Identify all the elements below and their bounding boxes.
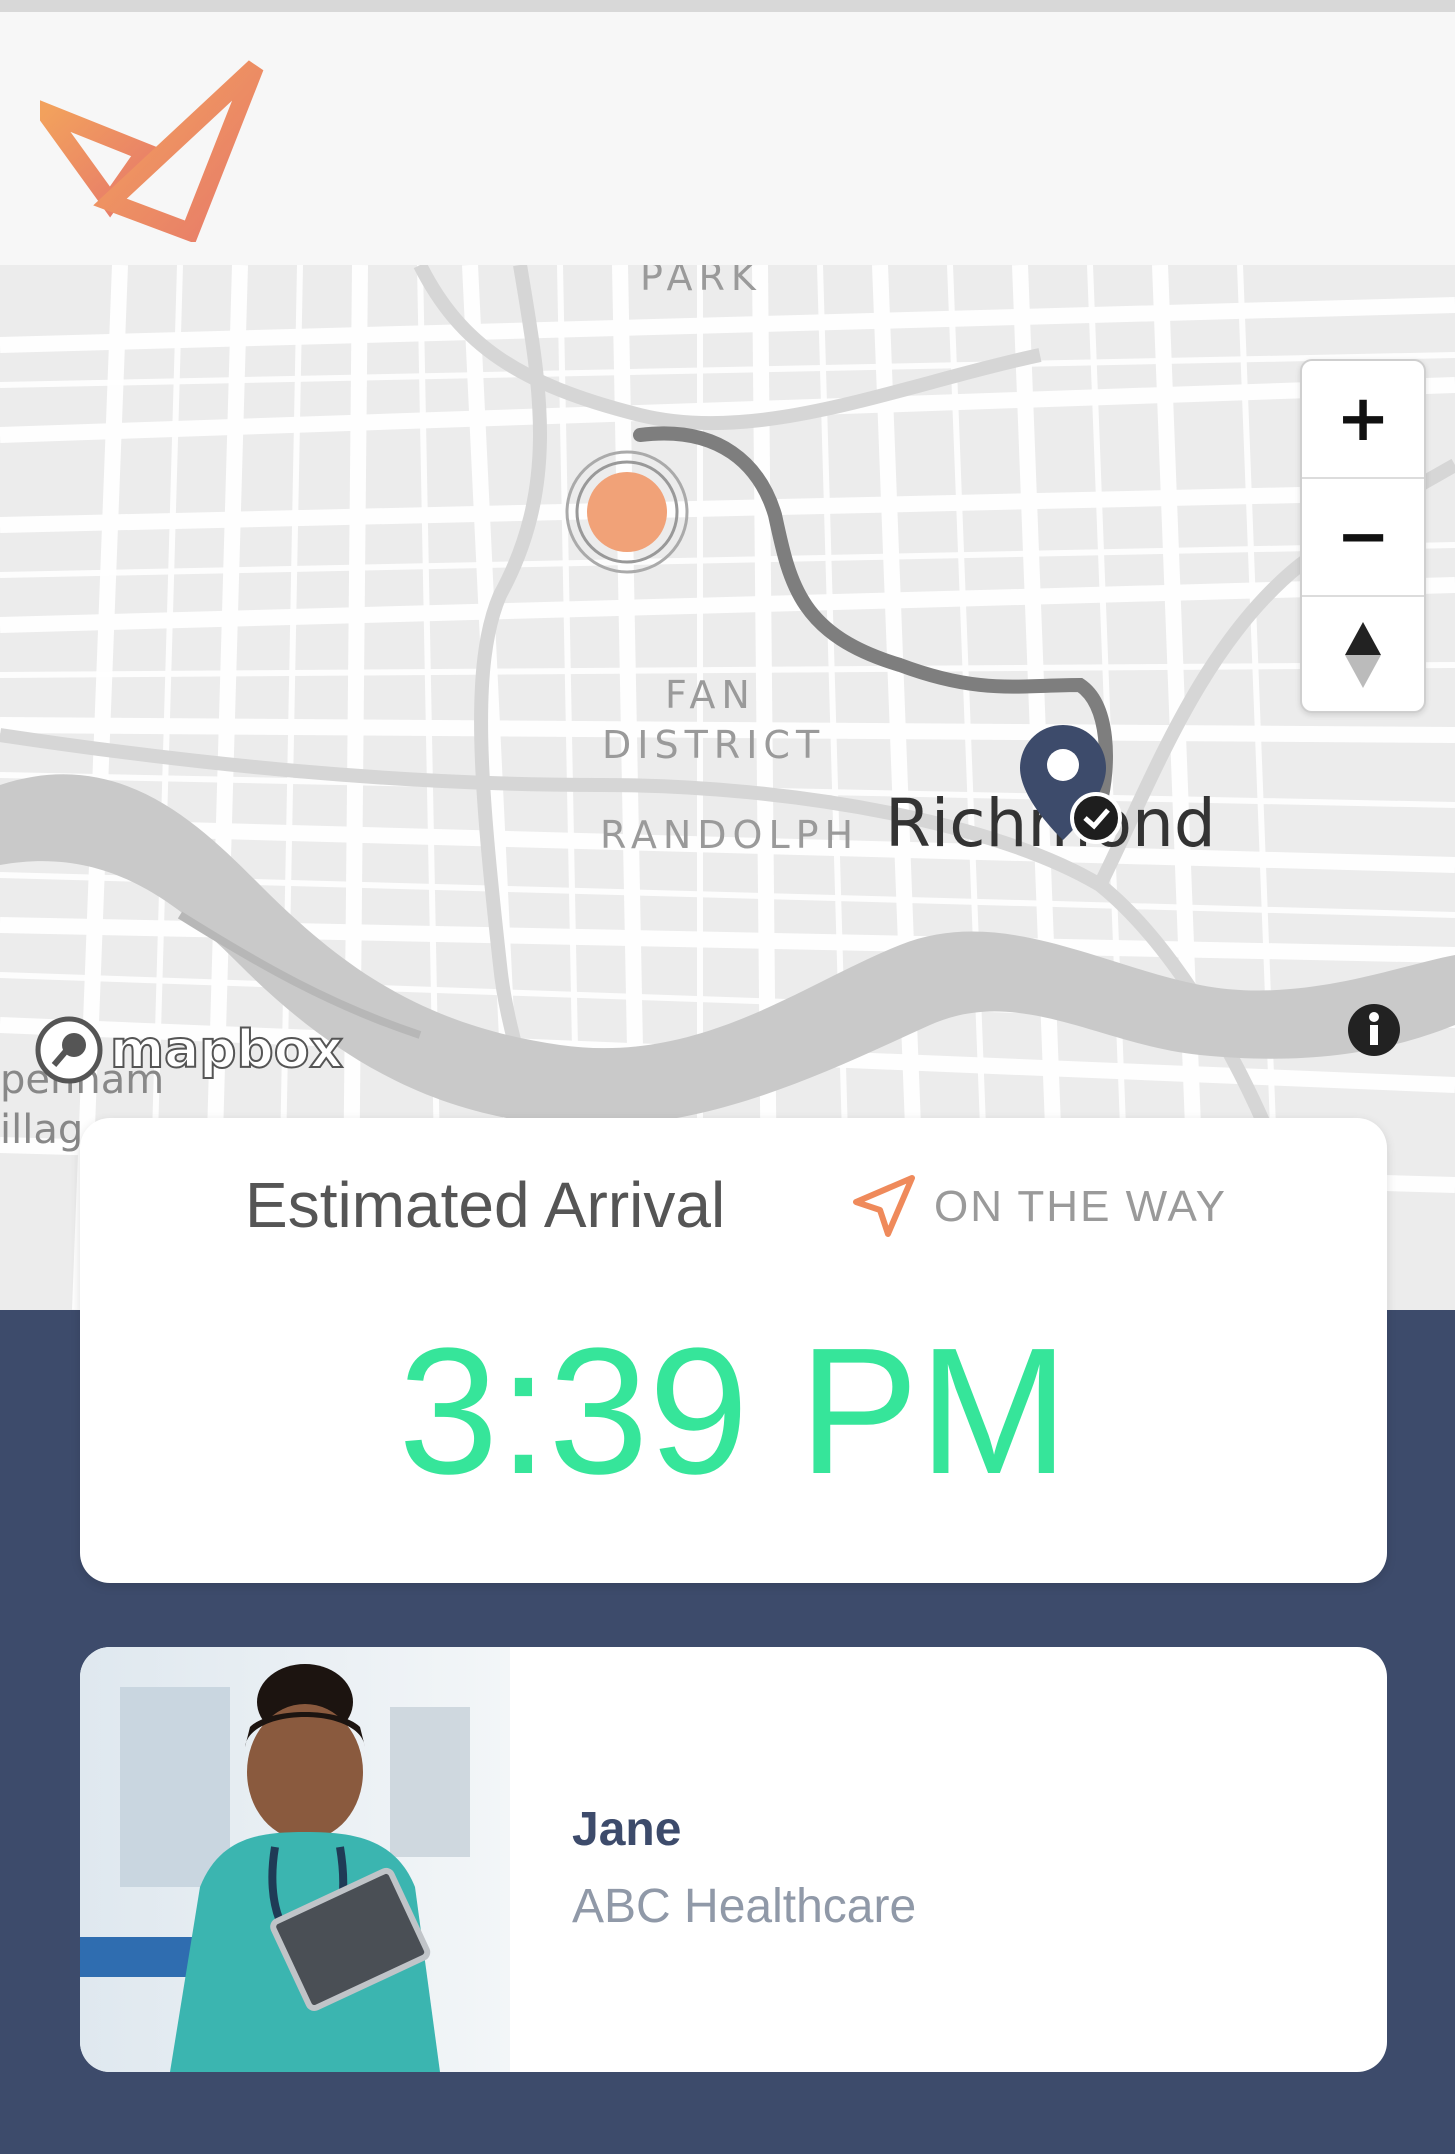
eta-card: Estimated Arrival ON THE WAY 3:39 PM — [80, 1118, 1387, 1583]
mapbox-text: mapbox — [109, 1019, 344, 1081]
eta-title: Estimated Arrival — [245, 1169, 726, 1241]
compass-icon — [1345, 622, 1381, 688]
map-zoom-controls: + − — [1300, 359, 1426, 713]
zoom-in-button[interactable]: + — [1302, 361, 1424, 479]
compass-button[interactable] — [1302, 597, 1424, 713]
brand-logo-icon — [40, 60, 264, 242]
current-location-icon — [565, 450, 689, 574]
zoom-out-button[interactable]: − — [1302, 479, 1424, 597]
eta-status-badge: ON THE WAY — [850, 1174, 1227, 1240]
caregiver-card[interactable]: Jane ABC Healthcare — [80, 1647, 1387, 2072]
mapbox-attribution[interactable]: mapbox — [34, 1015, 344, 1085]
eta-status-text: ON THE WAY — [934, 1182, 1227, 1231]
caregiver-photo — [80, 1647, 510, 2072]
map-pin-icon — [1020, 725, 1122, 844]
map-label-village: illag — [0, 1107, 84, 1153]
map-label-fan: FAN — [665, 673, 756, 717]
navigation-arrow-icon — [853, 1175, 915, 1237]
caregiver-organization: ABC Healthcare — [572, 1880, 917, 1933]
info-icon[interactable] — [1347, 1003, 1401, 1057]
mapbox-logo-icon — [35, 1016, 103, 1084]
map-label-randolph: RANDOLPH — [600, 813, 860, 857]
eta-time: 3:39 PM — [398, 1311, 1069, 1512]
map-label-park: PARK — [640, 265, 762, 299]
top-border — [0, 0, 1455, 12]
app-header — [0, 12, 1455, 267]
map-label-district: DISTRICT — [602, 723, 826, 767]
caregiver-name: Jane — [572, 1803, 682, 1856]
